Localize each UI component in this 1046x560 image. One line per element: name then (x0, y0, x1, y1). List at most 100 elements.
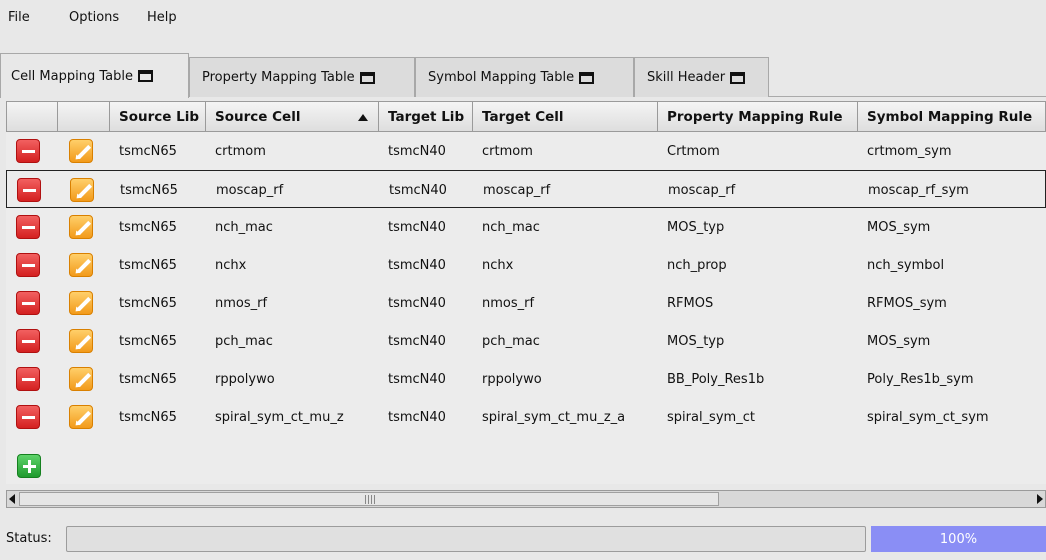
scroll-left-arrow-icon[interactable] (9, 494, 15, 504)
delete-row-button[interactable] (16, 139, 40, 163)
cell-source-lib[interactable]: tsmcN65 (110, 360, 206, 398)
table-row[interactable]: tsmcN65 nch_mac tsmcN40 nch_mac MOS_typ MOS_s… (6, 208, 1046, 246)
cell-property-mapping-rule[interactable]: MOS_typ (658, 322, 858, 360)
edit-row-button[interactable] (70, 178, 94, 202)
cell-symbol-mapping-rule[interactable]: MOS_sym (858, 208, 1046, 246)
edit-row-button[interactable] (69, 405, 93, 429)
table-row[interactable]: tsmcN65 nmos_rf tsmcN40 nmos_rf RFMOS RFMOS_s… (6, 284, 1046, 322)
tab-cell-mapping-table[interactable]: Cell Mapping Table (0, 53, 189, 98)
cell-target-cell[interactable]: spiral_sym_ct_mu_z_a (473, 398, 658, 436)
table-row[interactable]: tsmcN65 moscap_rf tsmcN40 moscap_rf moscap_r… (6, 170, 1046, 208)
cell-property-mapping-rule[interactable]: BB_Poly_Res1b (658, 360, 858, 398)
cell-property-mapping-rule[interactable]: RFMOS (658, 284, 858, 322)
column-header-source-lib[interactable]: Source Lib (110, 101, 206, 132)
horizontal-scrollbar[interactable] (6, 490, 1046, 508)
tab-property-mapping-table[interactable]: Property Mapping Table (189, 57, 415, 97)
cell-source-cell[interactable]: pch_mac (206, 322, 379, 360)
edit-row-button[interactable] (69, 215, 93, 239)
cell-source-cell[interactable]: spiral_sym_ct_mu_z (206, 398, 379, 436)
cell-target-cell[interactable]: pch_mac (473, 322, 658, 360)
column-header-property-mapping-rule[interactable]: Property Mapping Rule (658, 101, 858, 132)
cell-symbol-mapping-rule[interactable]: moscap_rf_sym (859, 171, 1046, 209)
cell-target-lib[interactable]: tsmcN40 (379, 360, 473, 398)
tab-label: Cell Mapping Table (11, 68, 133, 84)
cell-symbol-mapping-rule[interactable]: Poly_Res1b_sym (858, 360, 1046, 398)
delete-row-button[interactable] (16, 329, 40, 353)
cell-source-cell[interactable]: nch_mac (206, 208, 379, 246)
cell-target-lib[interactable]: tsmcN40 (379, 398, 473, 436)
delete-row-button[interactable] (16, 367, 40, 391)
delete-row-button[interactable] (16, 405, 40, 429)
column-header-source-cell[interactable]: Source Cell (206, 101, 379, 132)
delete-row-button[interactable] (16, 291, 40, 315)
delete-row-button[interactable] (16, 253, 40, 277)
cell-source-lib[interactable]: tsmcN65 (110, 284, 206, 322)
cell-source-cell[interactable]: nchx (206, 246, 379, 284)
cell-target-lib[interactable]: tsmcN40 (379, 322, 473, 360)
progress-bar: 100% (871, 526, 1046, 552)
cell-source-cell[interactable]: crtmom (206, 132, 379, 170)
menu-options[interactable]: Options (69, 10, 119, 25)
column-header-label: Source Cell (215, 108, 301, 125)
delete-row-button[interactable] (16, 215, 40, 239)
cell-property-mapping-rule[interactable]: spiral_sym_ct (658, 398, 858, 436)
column-header-symbol-mapping-rule[interactable]: Symbol Mapping Rule (858, 101, 1046, 132)
scroll-right-arrow-icon[interactable] (1037, 494, 1043, 504)
column-header-delete (6, 101, 58, 132)
table-header: Source Lib Source Cell Target Lib Target… (6, 101, 1046, 132)
menu-file[interactable]: File (8, 10, 30, 25)
table-row[interactable]: tsmcN65 pch_mac tsmcN40 pch_mac MOS_typ MOS_s… (6, 322, 1046, 360)
edit-row-button[interactable] (69, 139, 93, 163)
tab-symbol-mapping-table[interactable]: Symbol Mapping Table (415, 57, 634, 97)
edit-row-button[interactable] (69, 291, 93, 315)
window-icon (137, 70, 153, 82)
column-header-target-cell[interactable]: Target Cell (473, 101, 658, 132)
cell-target-lib[interactable]: tsmcN40 (379, 132, 473, 170)
table-row[interactable]: tsmcN65 nchx tsmcN40 nchx nch_prop nch_symbol (6, 246, 1046, 284)
menu-help[interactable]: Help (147, 10, 177, 25)
cell-symbol-mapping-rule[interactable]: spiral_sym_ct_sym (858, 398, 1046, 436)
cell-property-mapping-rule[interactable]: Crtmom (658, 132, 858, 170)
cell-source-cell[interactable]: rppolywo (206, 360, 379, 398)
delete-row-button[interactable] (17, 178, 41, 202)
edit-row-button[interactable] (69, 367, 93, 391)
cell-target-cell[interactable]: crtmom (473, 132, 658, 170)
window-icon (579, 71, 595, 84)
cell-target-cell[interactable]: rppolywo (473, 360, 658, 398)
cell-target-cell[interactable]: nchx (473, 246, 658, 284)
cell-source-lib[interactable]: tsmcN65 (111, 171, 207, 209)
cell-target-lib[interactable]: tsmcN40 (379, 246, 473, 284)
column-header-target-lib[interactable]: Target Lib (379, 101, 473, 132)
cell-target-cell[interactable]: nmos_rf (473, 284, 658, 322)
cell-target-lib[interactable]: tsmcN40 (380, 171, 474, 209)
cell-property-mapping-rule[interactable]: MOS_typ (658, 208, 858, 246)
table-row[interactable]: tsmcN65 rppolywo tsmcN40 rppolywo BB_Poly_Re… (6, 360, 1046, 398)
cell-source-lib[interactable]: tsmcN65 (110, 208, 206, 246)
edit-row-button[interactable] (69, 329, 93, 353)
table-row[interactable]: tsmcN65 crtmom tsmcN40 crtmom Crtmom crtmom_s… (6, 132, 1046, 170)
tab-skill-header[interactable]: Skill Header (634, 57, 769, 97)
cell-symbol-mapping-rule[interactable]: nch_symbol (858, 246, 1046, 284)
cell-symbol-mapping-rule[interactable]: MOS_sym (858, 322, 1046, 360)
cell-target-lib[interactable]: tsmcN40 (379, 208, 473, 246)
status-field (66, 526, 866, 552)
cell-symbol-mapping-rule[interactable]: RFMOS_sym (858, 284, 1046, 322)
cell-source-lib[interactable]: tsmcN65 (110, 322, 206, 360)
cell-target-lib[interactable]: tsmcN40 (379, 284, 473, 322)
column-header-edit (58, 101, 110, 132)
cell-source-lib[interactable]: tsmcN65 (110, 132, 206, 170)
table-row[interactable]: tsmcN65 spiral_sym_ct_mu_z tsmcN40 spiral_s… (6, 398, 1046, 436)
cell-source-lib[interactable]: tsmcN65 (110, 398, 206, 436)
scrollbar-thumb[interactable] (19, 492, 719, 506)
cell-target-cell[interactable]: nch_mac (473, 208, 658, 246)
add-row-button[interactable] (17, 454, 41, 478)
edit-row-button[interactable] (69, 253, 93, 277)
cell-source-lib[interactable]: tsmcN65 (110, 246, 206, 284)
tab-label: Symbol Mapping Table (428, 70, 575, 85)
cell-target-cell[interactable]: moscap_rf (474, 171, 659, 209)
cell-property-mapping-rule[interactable]: nch_prop (658, 246, 858, 284)
cell-source-cell[interactable]: nmos_rf (206, 284, 379, 322)
cell-symbol-mapping-rule[interactable]: crtmom_sym (858, 132, 1046, 170)
cell-property-mapping-rule[interactable]: moscap_rf (659, 171, 859, 209)
cell-source-cell[interactable]: moscap_rf (207, 171, 380, 209)
